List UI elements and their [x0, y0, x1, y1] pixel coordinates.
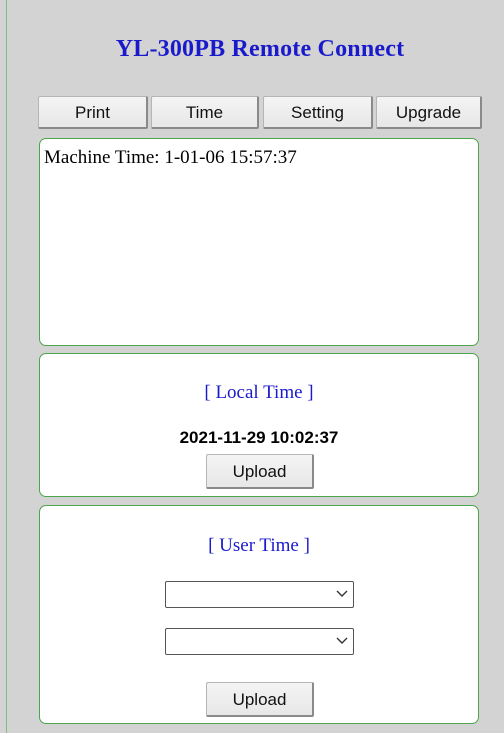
page-title: YL-300PB Remote Connect [115, 36, 405, 62]
setting-button[interactable]: Setting [263, 96, 373, 129]
user-time-select[interactable] [165, 628, 354, 655]
user-date-select[interactable] [165, 581, 354, 608]
local-time-upload-button[interactable]: Upload [206, 454, 314, 489]
time-button[interactable]: Time [151, 96, 259, 129]
print-button[interactable]: Print [38, 96, 148, 129]
machine-time-text: Machine Time: 1-01-06 15:57:37 [44, 147, 297, 168]
user-time-panel: [ User Time ] Upload [39, 505, 479, 724]
local-time-value: 2021-11-29 10:02:37 [179, 428, 339, 447]
chevron-down-icon [336, 590, 348, 597]
local-time-panel: [ Local Time ] 2021-11-29 10:02:37 Uploa… [39, 353, 479, 497]
local-time-title: [ Local Time ] [204, 382, 314, 403]
chevron-down-icon [336, 637, 348, 644]
log-textarea[interactable]: Machine Time: 1-01-06 15:57:37 [39, 138, 479, 346]
upgrade-button[interactable]: Upgrade [376, 96, 482, 129]
user-time-upload-button[interactable]: Upload [206, 682, 314, 717]
page-left-border [6, 0, 7, 733]
user-time-title: [ User Time ] [208, 535, 310, 556]
